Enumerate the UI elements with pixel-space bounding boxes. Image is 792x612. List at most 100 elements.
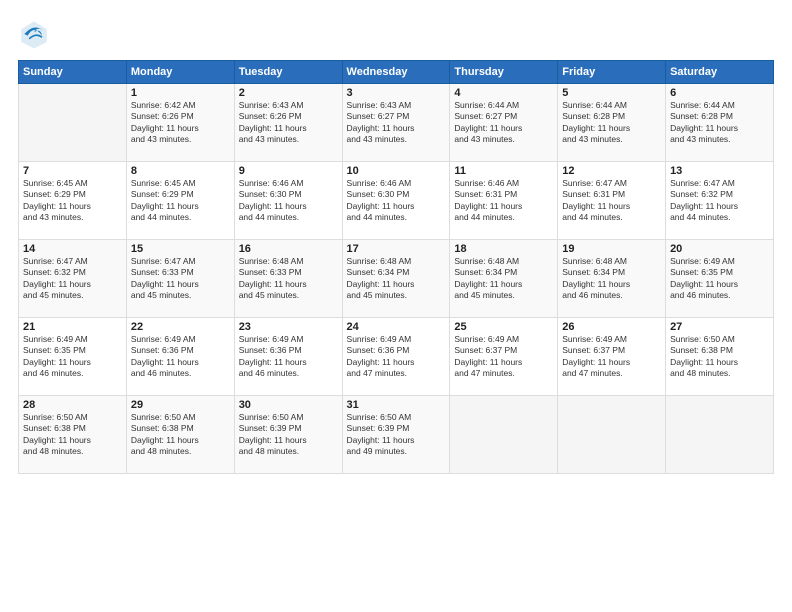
header-row: SundayMondayTuesdayWednesdayThursdayFrid… xyxy=(19,61,774,84)
generalblue-icon xyxy=(18,18,50,50)
day-number: 12 xyxy=(562,165,661,177)
day-cell: 3Sunrise: 6:43 AM Sunset: 6:27 PM Daylig… xyxy=(342,84,450,162)
col-header-monday: Monday xyxy=(126,61,234,84)
day-number: 5 xyxy=(562,87,661,99)
day-info: Sunrise: 6:50 AM Sunset: 6:38 PM Dayligh… xyxy=(23,412,122,458)
day-info: Sunrise: 6:44 AM Sunset: 6:27 PM Dayligh… xyxy=(454,100,553,146)
day-info: Sunrise: 6:45 AM Sunset: 6:29 PM Dayligh… xyxy=(23,178,122,224)
day-info: Sunrise: 6:49 AM Sunset: 6:36 PM Dayligh… xyxy=(239,334,338,380)
day-cell: 16Sunrise: 6:48 AM Sunset: 6:33 PM Dayli… xyxy=(234,240,342,318)
day-info: Sunrise: 6:48 AM Sunset: 6:34 PM Dayligh… xyxy=(562,256,661,302)
day-cell: 26Sunrise: 6:49 AM Sunset: 6:37 PM Dayli… xyxy=(558,318,666,396)
day-number: 8 xyxy=(131,165,230,177)
calendar-table: SundayMondayTuesdayWednesdayThursdayFrid… xyxy=(18,60,774,474)
day-cell xyxy=(450,396,558,474)
day-number: 16 xyxy=(239,243,338,255)
day-number: 23 xyxy=(239,321,338,333)
day-info: Sunrise: 6:49 AM Sunset: 6:36 PM Dayligh… xyxy=(131,334,230,380)
day-info: Sunrise: 6:48 AM Sunset: 6:34 PM Dayligh… xyxy=(454,256,553,302)
day-info: Sunrise: 6:46 AM Sunset: 6:30 PM Dayligh… xyxy=(347,178,446,224)
day-number: 7 xyxy=(23,165,122,177)
week-row-4: 28Sunrise: 6:50 AM Sunset: 6:38 PM Dayli… xyxy=(19,396,774,474)
day-info: Sunrise: 6:44 AM Sunset: 6:28 PM Dayligh… xyxy=(562,100,661,146)
day-info: Sunrise: 6:44 AM Sunset: 6:28 PM Dayligh… xyxy=(670,100,769,146)
day-cell xyxy=(19,84,127,162)
day-number: 28 xyxy=(23,399,122,411)
week-row-2: 14Sunrise: 6:47 AM Sunset: 6:32 PM Dayli… xyxy=(19,240,774,318)
day-cell: 22Sunrise: 6:49 AM Sunset: 6:36 PM Dayli… xyxy=(126,318,234,396)
header xyxy=(18,18,774,50)
day-cell: 17Sunrise: 6:48 AM Sunset: 6:34 PM Dayli… xyxy=(342,240,450,318)
col-header-wednesday: Wednesday xyxy=(342,61,450,84)
day-info: Sunrise: 6:47 AM Sunset: 6:33 PM Dayligh… xyxy=(131,256,230,302)
day-number: 11 xyxy=(454,165,553,177)
day-info: Sunrise: 6:43 AM Sunset: 6:27 PM Dayligh… xyxy=(347,100,446,146)
day-cell: 13Sunrise: 6:47 AM Sunset: 6:32 PM Dayli… xyxy=(666,162,774,240)
day-cell: 21Sunrise: 6:49 AM Sunset: 6:35 PM Dayli… xyxy=(19,318,127,396)
day-info: Sunrise: 6:49 AM Sunset: 6:37 PM Dayligh… xyxy=(562,334,661,380)
day-info: Sunrise: 6:49 AM Sunset: 6:36 PM Dayligh… xyxy=(347,334,446,380)
day-cell: 11Sunrise: 6:46 AM Sunset: 6:31 PM Dayli… xyxy=(450,162,558,240)
day-number: 15 xyxy=(131,243,230,255)
day-info: Sunrise: 6:48 AM Sunset: 6:34 PM Dayligh… xyxy=(347,256,446,302)
day-number: 10 xyxy=(347,165,446,177)
day-cell: 18Sunrise: 6:48 AM Sunset: 6:34 PM Dayli… xyxy=(450,240,558,318)
day-cell: 9Sunrise: 6:46 AM Sunset: 6:30 PM Daylig… xyxy=(234,162,342,240)
day-info: Sunrise: 6:46 AM Sunset: 6:30 PM Dayligh… xyxy=(239,178,338,224)
day-info: Sunrise: 6:50 AM Sunset: 6:39 PM Dayligh… xyxy=(239,412,338,458)
day-cell: 4Sunrise: 6:44 AM Sunset: 6:27 PM Daylig… xyxy=(450,84,558,162)
day-info: Sunrise: 6:49 AM Sunset: 6:37 PM Dayligh… xyxy=(454,334,553,380)
day-number: 30 xyxy=(239,399,338,411)
day-number: 31 xyxy=(347,399,446,411)
day-number: 29 xyxy=(131,399,230,411)
day-number: 20 xyxy=(670,243,769,255)
day-cell: 2Sunrise: 6:43 AM Sunset: 6:26 PM Daylig… xyxy=(234,84,342,162)
day-number: 19 xyxy=(562,243,661,255)
page: SundayMondayTuesdayWednesdayThursdayFrid… xyxy=(0,0,792,612)
day-info: Sunrise: 6:50 AM Sunset: 6:38 PM Dayligh… xyxy=(131,412,230,458)
day-cell: 23Sunrise: 6:49 AM Sunset: 6:36 PM Dayli… xyxy=(234,318,342,396)
day-cell: 24Sunrise: 6:49 AM Sunset: 6:36 PM Dayli… xyxy=(342,318,450,396)
day-number: 27 xyxy=(670,321,769,333)
col-header-tuesday: Tuesday xyxy=(234,61,342,84)
day-number: 1 xyxy=(131,87,230,99)
week-row-1: 7Sunrise: 6:45 AM Sunset: 6:29 PM Daylig… xyxy=(19,162,774,240)
day-number: 4 xyxy=(454,87,553,99)
col-header-thursday: Thursday xyxy=(450,61,558,84)
day-number: 14 xyxy=(23,243,122,255)
day-info: Sunrise: 6:42 AM Sunset: 6:26 PM Dayligh… xyxy=(131,100,230,146)
col-header-saturday: Saturday xyxy=(666,61,774,84)
day-info: Sunrise: 6:50 AM Sunset: 6:39 PM Dayligh… xyxy=(347,412,446,458)
day-number: 3 xyxy=(347,87,446,99)
day-cell: 28Sunrise: 6:50 AM Sunset: 6:38 PM Dayli… xyxy=(19,396,127,474)
day-cell: 31Sunrise: 6:50 AM Sunset: 6:39 PM Dayli… xyxy=(342,396,450,474)
day-cell: 12Sunrise: 6:47 AM Sunset: 6:31 PM Dayli… xyxy=(558,162,666,240)
day-number: 25 xyxy=(454,321,553,333)
day-cell: 27Sunrise: 6:50 AM Sunset: 6:38 PM Dayli… xyxy=(666,318,774,396)
day-cell: 29Sunrise: 6:50 AM Sunset: 6:38 PM Dayli… xyxy=(126,396,234,474)
day-cell: 14Sunrise: 6:47 AM Sunset: 6:32 PM Dayli… xyxy=(19,240,127,318)
day-cell: 7Sunrise: 6:45 AM Sunset: 6:29 PM Daylig… xyxy=(19,162,127,240)
day-number: 17 xyxy=(347,243,446,255)
week-row-0: 1Sunrise: 6:42 AM Sunset: 6:26 PM Daylig… xyxy=(19,84,774,162)
day-number: 2 xyxy=(239,87,338,99)
day-cell: 30Sunrise: 6:50 AM Sunset: 6:39 PM Dayli… xyxy=(234,396,342,474)
day-cell: 25Sunrise: 6:49 AM Sunset: 6:37 PM Dayli… xyxy=(450,318,558,396)
day-number: 24 xyxy=(347,321,446,333)
day-cell: 8Sunrise: 6:45 AM Sunset: 6:29 PM Daylig… xyxy=(126,162,234,240)
day-cell: 10Sunrise: 6:46 AM Sunset: 6:30 PM Dayli… xyxy=(342,162,450,240)
day-cell: 5Sunrise: 6:44 AM Sunset: 6:28 PM Daylig… xyxy=(558,84,666,162)
day-cell: 19Sunrise: 6:48 AM Sunset: 6:34 PM Dayli… xyxy=(558,240,666,318)
day-info: Sunrise: 6:50 AM Sunset: 6:38 PM Dayligh… xyxy=(670,334,769,380)
logo xyxy=(18,18,54,50)
day-cell xyxy=(666,396,774,474)
day-info: Sunrise: 6:49 AM Sunset: 6:35 PM Dayligh… xyxy=(23,334,122,380)
day-info: Sunrise: 6:46 AM Sunset: 6:31 PM Dayligh… xyxy=(454,178,553,224)
day-number: 21 xyxy=(23,321,122,333)
day-info: Sunrise: 6:48 AM Sunset: 6:33 PM Dayligh… xyxy=(239,256,338,302)
col-header-sunday: Sunday xyxy=(19,61,127,84)
day-number: 26 xyxy=(562,321,661,333)
day-info: Sunrise: 6:49 AM Sunset: 6:35 PM Dayligh… xyxy=(670,256,769,302)
day-info: Sunrise: 6:43 AM Sunset: 6:26 PM Dayligh… xyxy=(239,100,338,146)
day-cell: 20Sunrise: 6:49 AM Sunset: 6:35 PM Dayli… xyxy=(666,240,774,318)
